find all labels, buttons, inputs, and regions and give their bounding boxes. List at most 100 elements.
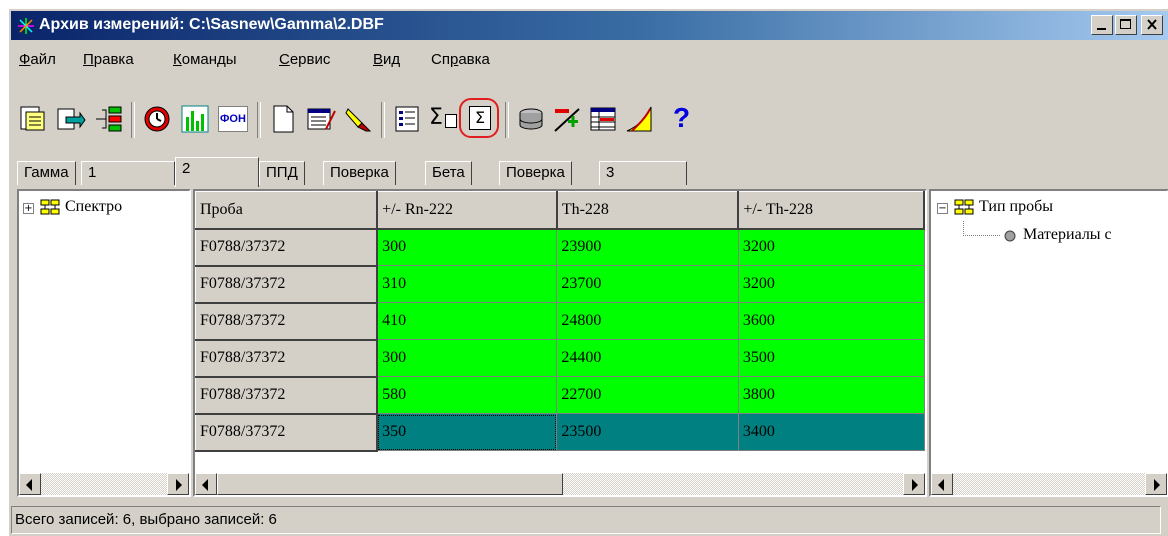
tab-ppd[interactable]: ППД: [259, 161, 305, 185]
cell-sample[interactable]: F0788/37372: [195, 413, 379, 452]
scroll-left-button[interactable]: [195, 473, 217, 495]
calibration-button[interactable]: [621, 100, 657, 140]
cell-value[interactable]: 23900: [556, 228, 739, 266]
cell-sample[interactable]: F0788/37372: [195, 228, 379, 267]
leaf-node-icon: [1004, 230, 1016, 242]
expand-icon[interactable]: +: [23, 203, 34, 214]
cell-value[interactable]: 300: [377, 228, 558, 266]
grid-header-row: Проба +/- Rn-222 Th-228 +/- Th-228: [195, 191, 925, 230]
table-row-selected[interactable]: F0788/37372 350 23500 3400: [195, 413, 925, 452]
table-row[interactable]: F0788/37372 300 23900 3200: [195, 228, 925, 267]
maximize-icon: [1120, 19, 1131, 29]
spectrum-chart-button[interactable]: [177, 100, 213, 140]
calibration-icon: [626, 106, 652, 132]
menu-file[interactable]: Файл: [19, 51, 56, 68]
table-button[interactable]: [585, 100, 621, 140]
cell-value[interactable]: 3800: [738, 376, 925, 414]
tab-beta[interactable]: Бета: [425, 161, 472, 185]
column-header-th228[interactable]: Th-228: [556, 191, 740, 230]
cell-value[interactable]: 23500: [556, 413, 739, 451]
menu-service[interactable]: Сервис: [279, 51, 330, 68]
collapse-icon[interactable]: −: [937, 203, 948, 214]
column-header-rn222-err[interactable]: +/- Rn-222: [376, 191, 558, 230]
menu-commands[interactable]: Команды: [173, 51, 237, 68]
tab-2[interactable]: 2: [175, 157, 259, 187]
cell-value[interactable]: 3400: [738, 413, 925, 451]
cell-value[interactable]: 310: [377, 265, 558, 303]
table-row[interactable]: F0788/37372 580 22700 3800: [195, 376, 925, 415]
left-tree-panel: + Спектро: [17, 189, 191, 497]
tab-calibration-2[interactable]: Поверка: [499, 161, 572, 185]
clock-button[interactable]: [139, 100, 175, 140]
database-button[interactable]: [513, 100, 549, 140]
column-header-th228-err[interactable]: +/- Th-228: [737, 191, 925, 230]
right-hscrollbar[interactable]: [931, 473, 1167, 495]
cell-value[interactable]: 3500: [738, 339, 925, 377]
filter-icon: [345, 108, 372, 132]
cell-value[interactable]: 300: [377, 339, 558, 377]
table-row[interactable]: F0788/37372 410 24800 3600: [195, 302, 925, 341]
tab-strip: Гамма 1 2 ППД Поверка Бета Поверка 3: [9, 157, 1168, 187]
tree-child-label[interactable]: Материалы с: [1023, 226, 1165, 244]
scroll-left-button[interactable]: [19, 473, 41, 495]
scroll-right-button[interactable]: [167, 473, 189, 495]
cell-sample[interactable]: F0788/37372: [195, 376, 379, 415]
maximize-button[interactable]: [1115, 15, 1137, 35]
cell-value[interactable]: 580: [377, 376, 558, 414]
scroll-left-button[interactable]: [931, 473, 953, 495]
arrow-right-icon: [912, 479, 918, 491]
column-header-sample[interactable]: Проба: [195, 191, 379, 230]
new-document-button[interactable]: [265, 100, 301, 140]
list-icon: [395, 106, 419, 132]
cell-sample[interactable]: F0788/37372: [195, 265, 379, 304]
grid-hscrollbar[interactable]: [195, 473, 925, 495]
import-button[interactable]: [15, 100, 51, 140]
tree-root-label[interactable]: Тип пробы: [979, 198, 1053, 216]
menu-edit[interactable]: Правка: [83, 51, 134, 68]
scroll-right-button[interactable]: [1145, 473, 1167, 495]
list-button[interactable]: [389, 100, 425, 140]
cell-value-focused[interactable]: 350: [377, 413, 558, 451]
tab-gamma[interactable]: Гамма: [17, 161, 76, 185]
title-bar[interactable]: Архив измерений: C:\Sasnew\Gamma\2.DBF: [11, 11, 1168, 40]
cell-value[interactable]: 3600: [738, 302, 925, 340]
tree-merge-icon: [96, 106, 122, 132]
tab-1[interactable]: 1: [81, 161, 175, 185]
toolbar-separator: [257, 102, 261, 138]
background-button[interactable]: ФОН: [215, 100, 251, 140]
close-button[interactable]: [1141, 15, 1163, 35]
tab-3[interactable]: 3: [599, 161, 687, 185]
tab-calibration[interactable]: Поверка: [323, 161, 396, 185]
cell-value[interactable]: 410: [377, 302, 558, 340]
cell-value[interactable]: 22700: [556, 376, 739, 414]
cell-value[interactable]: 24800: [556, 302, 739, 340]
app-window: Архив измерений: C:\Sasnew\Gamma\2.DBF Ф…: [8, 8, 1168, 536]
table-row[interactable]: F0788/37372 300 24400 3500: [195, 339, 925, 378]
add-record-button[interactable]: [549, 100, 585, 140]
arrow-right-icon: [1154, 479, 1160, 491]
tree-merge-button[interactable]: [91, 100, 127, 140]
cell-value[interactable]: 24400: [556, 339, 739, 377]
menu-help[interactable]: Справка: [431, 51, 490, 68]
left-hscrollbar[interactable]: [19, 473, 189, 495]
scroll-right-button[interactable]: [903, 473, 925, 495]
table-row[interactable]: F0788/37372 310 23700 3200: [195, 265, 925, 304]
sum-selected-button[interactable]: Σ: [459, 98, 499, 140]
export-button[interactable]: [53, 100, 89, 140]
scroll-thumb[interactable]: [217, 473, 563, 495]
help-button[interactable]: ?: [663, 100, 699, 140]
cell-value[interactable]: 3200: [738, 228, 925, 266]
cell-sample[interactable]: F0788/37372: [195, 339, 379, 378]
toolbar-separator: [131, 102, 135, 138]
cell-value[interactable]: 3200: [738, 265, 925, 303]
cell-value[interactable]: 23700: [556, 265, 739, 303]
export-icon: [57, 108, 86, 130]
edit-record-button[interactable]: [303, 100, 339, 140]
menu-view[interactable]: Вид: [373, 51, 400, 68]
tree-root-label[interactable]: Спектро: [65, 198, 122, 216]
arrow-right-icon: [176, 479, 182, 491]
sum-button[interactable]: Σ: [425, 100, 461, 140]
minimize-button[interactable]: [1091, 15, 1113, 35]
cell-sample[interactable]: F0788/37372: [195, 302, 379, 341]
filter-button[interactable]: [341, 100, 377, 140]
